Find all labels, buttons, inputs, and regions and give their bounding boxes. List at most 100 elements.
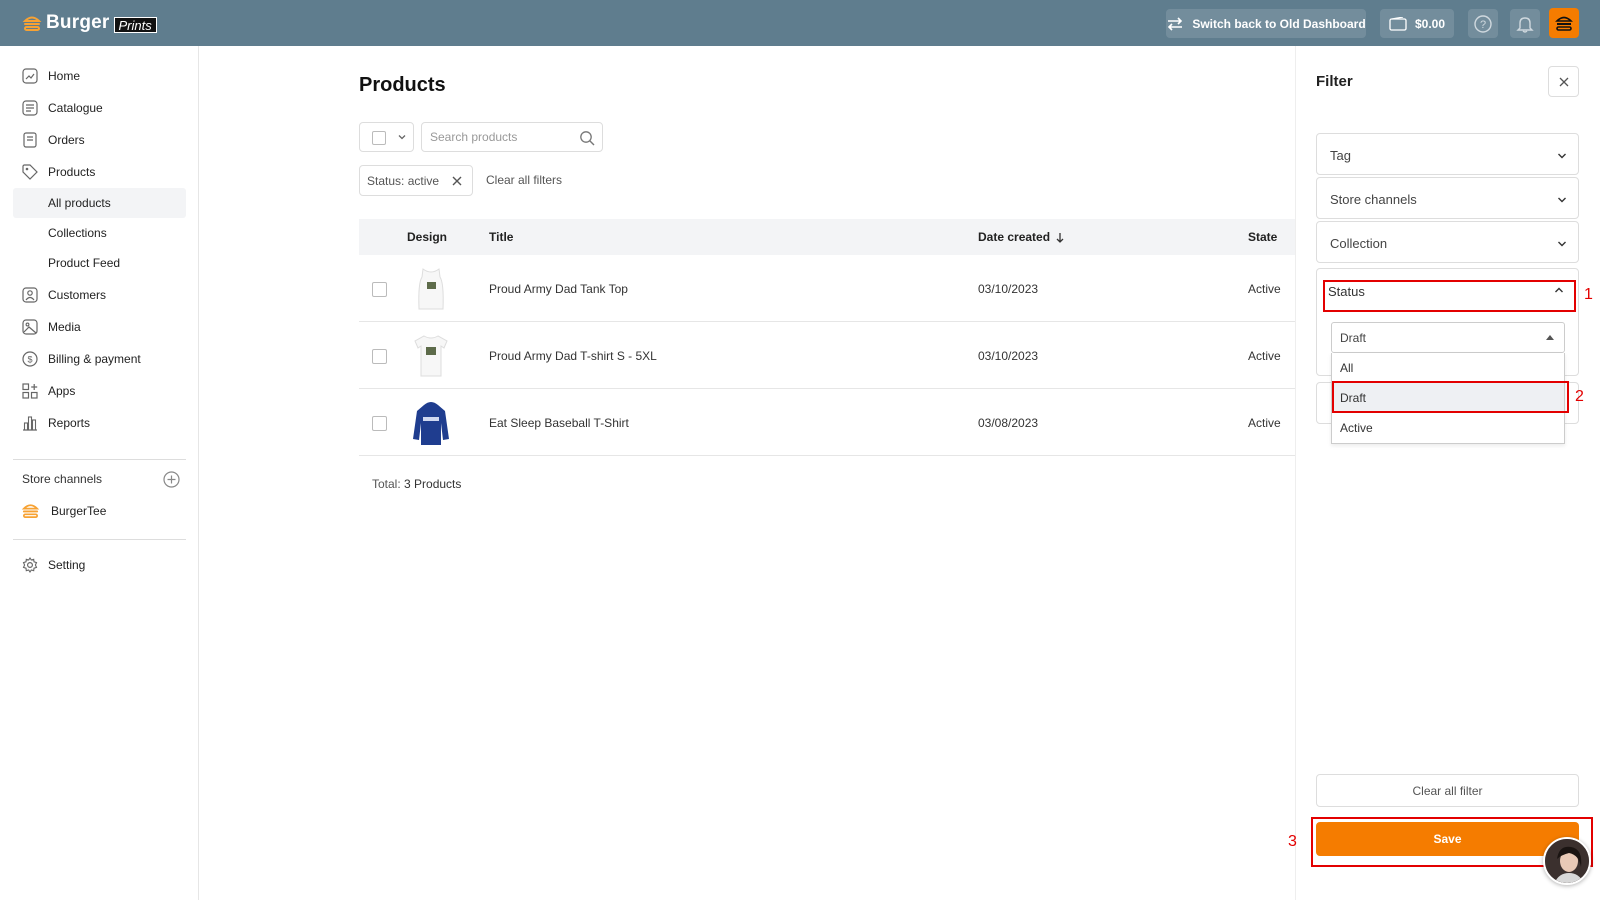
bulk-select-dropdown[interactable] xyxy=(359,122,414,152)
sidebar-subitem-all-products[interactable]: All products xyxy=(13,188,186,218)
table-row[interactable]: Proud Army Dad Tank Top 03/10/2023 Activ… xyxy=(359,255,1295,322)
sidebar-item-media[interactable]: Media xyxy=(13,312,186,342)
filter-section-collection[interactable]: Collection xyxy=(1316,221,1579,263)
switch-old-dashboard-button[interactable]: Switch back to Old Dashboard xyxy=(1166,9,1366,38)
sidebar-item-products[interactable]: Products xyxy=(13,157,186,187)
product-state: Active xyxy=(1248,349,1281,363)
filter-section-store-channels[interactable]: Store channels xyxy=(1316,177,1579,219)
sidebar-item-label: Apps xyxy=(48,384,76,398)
store-channel-burgertee[interactable]: BurgerTee xyxy=(13,496,186,526)
apps-icon xyxy=(22,383,38,399)
status-options-list: All Draft Active xyxy=(1331,353,1565,444)
search-input[interactable] xyxy=(430,128,570,146)
save-filter-button[interactable]: Save xyxy=(1316,822,1579,856)
filter-section-label: Store channels xyxy=(1330,192,1417,207)
burger-avatar-icon xyxy=(1555,16,1573,31)
sidebar-subitem-collections[interactable]: Collections xyxy=(13,218,186,248)
status-select[interactable]: Draft xyxy=(1331,322,1565,353)
sidebar-item-reports[interactable]: Reports xyxy=(13,408,186,438)
filter-status-label: Status xyxy=(1328,284,1365,299)
clear-all-filter-button[interactable]: Clear all filter xyxy=(1316,774,1579,807)
chevron-down-icon xyxy=(1558,153,1566,159)
clear-all-filters-link[interactable]: Clear all filters xyxy=(486,173,562,187)
chevron-down-icon xyxy=(1558,241,1566,247)
product-title[interactable]: Proud Army Dad T-shirt S - 5XL xyxy=(489,349,657,363)
sidebar-item-billing[interactable]: $ Billing & payment xyxy=(13,344,186,374)
select-all-checkbox[interactable] xyxy=(372,131,386,145)
close-filter-button[interactable] xyxy=(1548,66,1579,97)
table-row[interactable]: Proud Army Dad T-shirt S - 5XL 03/10/202… xyxy=(359,322,1295,389)
column-header-date-label: Date created xyxy=(978,230,1051,244)
product-date: 03/08/2023 xyxy=(978,416,1039,430)
chevron-down-icon xyxy=(398,135,406,140)
brand-tag: Prints xyxy=(113,16,157,33)
burger-logo-icon xyxy=(22,16,42,31)
sidebar-divider xyxy=(13,459,186,460)
row-checkbox[interactable] xyxy=(372,349,387,364)
support-chat-avatar[interactable] xyxy=(1543,837,1591,885)
svg-text:?: ? xyxy=(1480,19,1486,31)
status-option-active[interactable]: Active xyxy=(1332,413,1564,443)
tank-top-thumbnail xyxy=(418,268,444,310)
column-header-date-created[interactable]: Date created xyxy=(978,230,1065,244)
product-title[interactable]: Proud Army Dad Tank Top xyxy=(489,282,628,296)
sidebar-item-catalogue[interactable]: Catalogue xyxy=(13,93,186,123)
filter-chip-label: Status: active xyxy=(367,173,440,188)
sort-arrow-down-icon xyxy=(1056,232,1064,243)
remove-filter-icon[interactable] xyxy=(451,175,463,187)
reports-icon xyxy=(23,416,37,431)
burger-channel-icon xyxy=(21,504,40,519)
chevron-up-icon xyxy=(1555,287,1563,293)
row-checkbox[interactable] xyxy=(372,282,387,297)
sidebar-item-label: Products xyxy=(48,165,96,179)
customers-icon xyxy=(22,287,38,303)
page-title: Products xyxy=(359,74,446,96)
sidebar-item-apps[interactable]: Apps xyxy=(13,376,186,406)
sidebar-item-customers[interactable]: Customers xyxy=(13,280,186,310)
svg-text:$: $ xyxy=(27,355,32,365)
store-channels-label: Store channels xyxy=(22,472,103,486)
bell-icon xyxy=(1516,16,1534,33)
filter-chip-status: Status: active xyxy=(359,165,473,196)
filter-section-label: Tag xyxy=(1330,148,1351,163)
wallet-button[interactable]: $0.00 xyxy=(1380,9,1454,38)
filter-section-tag[interactable]: Tag xyxy=(1316,133,1579,175)
notifications-button[interactable] xyxy=(1510,9,1540,38)
table-row[interactable]: Eat Sleep Baseball T-Shirt 03/08/2023 Ac… xyxy=(359,389,1295,456)
top-bar: Burger Prints Switch back to Old Dashboa… xyxy=(0,0,1600,46)
filter-title: Filter xyxy=(1316,73,1353,90)
gear-icon xyxy=(22,557,38,573)
wallet-icon xyxy=(1389,16,1407,31)
status-option-draft[interactable]: Draft xyxy=(1332,383,1564,413)
status-option-all[interactable]: All xyxy=(1332,353,1564,383)
brand-logo[interactable]: Burger Prints xyxy=(22,10,157,36)
product-title[interactable]: Eat Sleep Baseball T-Shirt xyxy=(489,416,629,430)
sidebar-subitem-label: Collections xyxy=(48,226,107,240)
sidebar-item-orders[interactable]: Orders xyxy=(13,125,186,155)
annotation-number-1: 1 xyxy=(1584,286,1593,303)
sidebar-item-label: Customers xyxy=(48,288,107,302)
catalogue-icon xyxy=(22,100,38,116)
product-state: Active xyxy=(1248,416,1281,430)
t-shirt-thumbnail xyxy=(414,335,448,377)
sidebar-item-label: Reports xyxy=(48,416,91,430)
column-header-title[interactable]: Title xyxy=(489,230,513,244)
search-box xyxy=(421,122,603,152)
filter-panel: Filter Tag Store channels Collection Sta… xyxy=(1295,46,1600,900)
sidebar-item-label: Orders xyxy=(48,133,85,147)
sidebar-divider xyxy=(13,539,186,540)
sidebar-subitem-label: Product Feed xyxy=(48,256,121,270)
sidebar-subitem-product-feed[interactable]: Product Feed xyxy=(13,248,186,278)
help-icon: ? xyxy=(1474,14,1492,33)
help-button[interactable]: ? xyxy=(1468,9,1498,38)
row-checkbox[interactable] xyxy=(372,416,387,431)
search-icon[interactable] xyxy=(579,130,595,146)
annotation-number-3: 3 xyxy=(1288,833,1297,850)
add-channel-icon[interactable] xyxy=(163,471,180,488)
store-channels-header: Store channels xyxy=(22,464,182,494)
sidebar-item-setting[interactable]: Setting xyxy=(13,550,186,580)
home-icon xyxy=(22,68,38,84)
filter-status-header[interactable]: Status xyxy=(1322,276,1572,307)
sidebar-item-home[interactable]: Home xyxy=(13,61,186,91)
account-button[interactable] xyxy=(1549,8,1579,38)
